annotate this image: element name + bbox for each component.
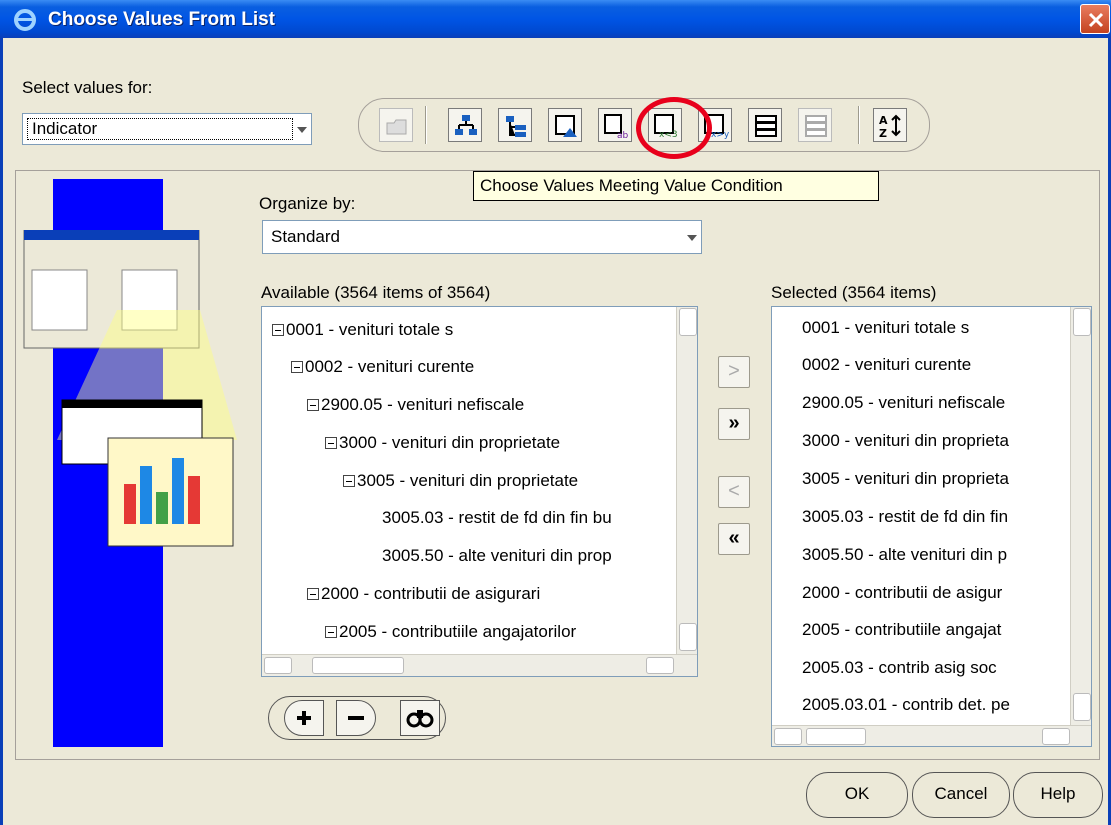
- select-values-value: Indicator: [27, 118, 293, 140]
- svg-text:ab: ab: [617, 131, 629, 139]
- remove-button[interactable]: <: [718, 476, 750, 508]
- select-all-button[interactable]: [748, 108, 782, 142]
- list-item[interactable]: 2000 - contributii de asigurari: [307, 584, 540, 604]
- deselect-icon: [805, 115, 827, 137]
- close-icon: [1088, 12, 1104, 28]
- scroll-left-button[interactable]: [774, 728, 802, 745]
- select-all-icon: [755, 115, 777, 137]
- scroll-down-button[interactable]: [679, 623, 697, 651]
- organize-dropdown[interactable]: Standard: [262, 220, 702, 254]
- scroll-down-button[interactable]: [1073, 693, 1091, 721]
- svg-text:A: A: [879, 114, 888, 127]
- collapse-box-icon: [343, 475, 355, 487]
- list-item[interactable]: 0001 - venituri totale s: [272, 320, 453, 340]
- collapse-box-icon: [307, 588, 319, 600]
- window-title: Choose Values From List: [48, 9, 275, 30]
- list-item[interactable]: 0002 - venituri curente: [802, 355, 971, 375]
- collapse-box-icon: [272, 324, 284, 336]
- text-condition-button[interactable]: ab: [598, 108, 632, 142]
- list-item[interactable]: 2005 - contributiile angajatorilor: [325, 622, 576, 642]
- selected-list[interactable]: 0001 - venituri totale s 0002 - venituri…: [771, 306, 1092, 747]
- select-top-icon: [555, 115, 577, 137]
- close-button[interactable]: [1080, 4, 1110, 34]
- list-item[interactable]: 3005.03 - restit de fd din fin: [802, 507, 1008, 527]
- scroll-up-button[interactable]: [1073, 308, 1091, 336]
- find-button[interactable]: [400, 700, 440, 736]
- collapse-box-icon: [325, 437, 337, 449]
- select-values-dropdown[interactable]: Indicator: [22, 113, 312, 145]
- title-bar: Choose Values From List: [0, 0, 1111, 38]
- select-values-label: Select values for:: [22, 78, 153, 97]
- illustration-graphic: [23, 230, 237, 547]
- organize-label: Organize by:: [259, 194, 356, 213]
- collapse-button[interactable]: [336, 700, 376, 736]
- list-item[interactable]: 3005 - venituri din proprietate: [343, 471, 578, 491]
- ie-icon: [14, 9, 36, 31]
- list-item[interactable]: 2005 - contributiile angajat: [802, 620, 1001, 640]
- ok-button[interactable]: OK: [806, 772, 908, 818]
- list-item[interactable]: 3005.03 - restit de fd din fin bu: [382, 508, 612, 528]
- hierarchy-icon: [455, 115, 477, 135]
- chevron-down-icon: [687, 235, 697, 241]
- sort-icon: A Z: [879, 114, 901, 139]
- sort-button[interactable]: A Z: [873, 108, 907, 142]
- add-all-button[interactable]: »: [718, 408, 750, 440]
- list-item[interactable]: 2900.05 - venituri nefiscale: [802, 393, 1005, 413]
- list-item[interactable]: 0001 - venituri totale s: [802, 318, 969, 338]
- cancel-button[interactable]: Cancel: [912, 772, 1010, 818]
- scroll-right-button[interactable]: [1042, 728, 1070, 745]
- help-button[interactable]: Help: [1013, 772, 1103, 818]
- list-item[interactable]: 2005.03 - contrib asig soc: [802, 658, 997, 678]
- organize-value: Standard: [271, 227, 340, 246]
- collapse-box-icon: [307, 399, 319, 411]
- scroll-thumb[interactable]: [312, 657, 404, 674]
- folder-icon: [386, 119, 407, 135]
- list-item[interactable]: 3000 - venituri din proprieta: [802, 431, 1009, 451]
- list-item[interactable]: 2000 - contributii de asigur: [802, 583, 1002, 603]
- scroll-thumb[interactable]: [806, 728, 866, 745]
- expand-button[interactable]: [284, 700, 324, 736]
- available-list[interactable]: 0001 - venituri totale s 0002 - venituri…: [261, 306, 698, 677]
- select-top-button[interactable]: [548, 108, 582, 142]
- deselect-button[interactable]: [798, 108, 832, 142]
- collapse-icon: [348, 716, 364, 720]
- chevron-down-icon: [297, 127, 307, 133]
- collapse-box-icon: [325, 626, 337, 638]
- hierarchy-level-icon: [506, 116, 526, 137]
- list-item[interactable]: 2005.03.01 - contrib det. pe: [802, 695, 1010, 715]
- list-item[interactable]: 3005.50 - alte venituri din p: [802, 545, 1007, 565]
- find-icon: [406, 710, 434, 728]
- list-item[interactable]: 3000 - venituri din proprietate: [325, 433, 560, 453]
- available-hscroll[interactable]: [262, 654, 697, 676]
- add-button[interactable]: >: [718, 356, 750, 388]
- available-header: Available (3564 items of 3564): [261, 283, 491, 302]
- scroll-up-button[interactable]: [679, 308, 697, 336]
- scroll-left-button[interactable]: [264, 657, 292, 674]
- list-item[interactable]: 0002 - venituri curente: [291, 357, 474, 377]
- available-vscroll[interactable]: [676, 307, 697, 654]
- collapse-box-icon: [291, 361, 303, 373]
- scroll-right-button[interactable]: [646, 657, 674, 674]
- remove-all-button[interactable]: «: [718, 523, 750, 555]
- selected-vscroll[interactable]: [1070, 307, 1091, 725]
- tooltip: Choose Values Meeting Value Condition: [473, 171, 879, 201]
- hierarchy-button[interactable]: [448, 108, 482, 142]
- list-item[interactable]: 3005.50 - alte venituri din prop: [382, 546, 612, 566]
- svg-text:Z: Z: [879, 127, 887, 139]
- hierarchy-level-button[interactable]: [498, 108, 532, 142]
- selected-hscroll[interactable]: [772, 725, 1091, 746]
- text-condition-icon: ab: [604, 114, 629, 139]
- list-item[interactable]: 3005 - venituri din proprieta: [802, 469, 1009, 489]
- list-item[interactable]: 2900.05 - venituri nefiscale: [307, 395, 524, 415]
- expand-icon: [297, 711, 311, 725]
- selected-header: Selected (3564 items): [771, 283, 937, 302]
- folder-button[interactable]: [379, 108, 413, 142]
- highlight-circle: [636, 97, 712, 159]
- svg-text:x>y: x>y: [711, 130, 729, 139]
